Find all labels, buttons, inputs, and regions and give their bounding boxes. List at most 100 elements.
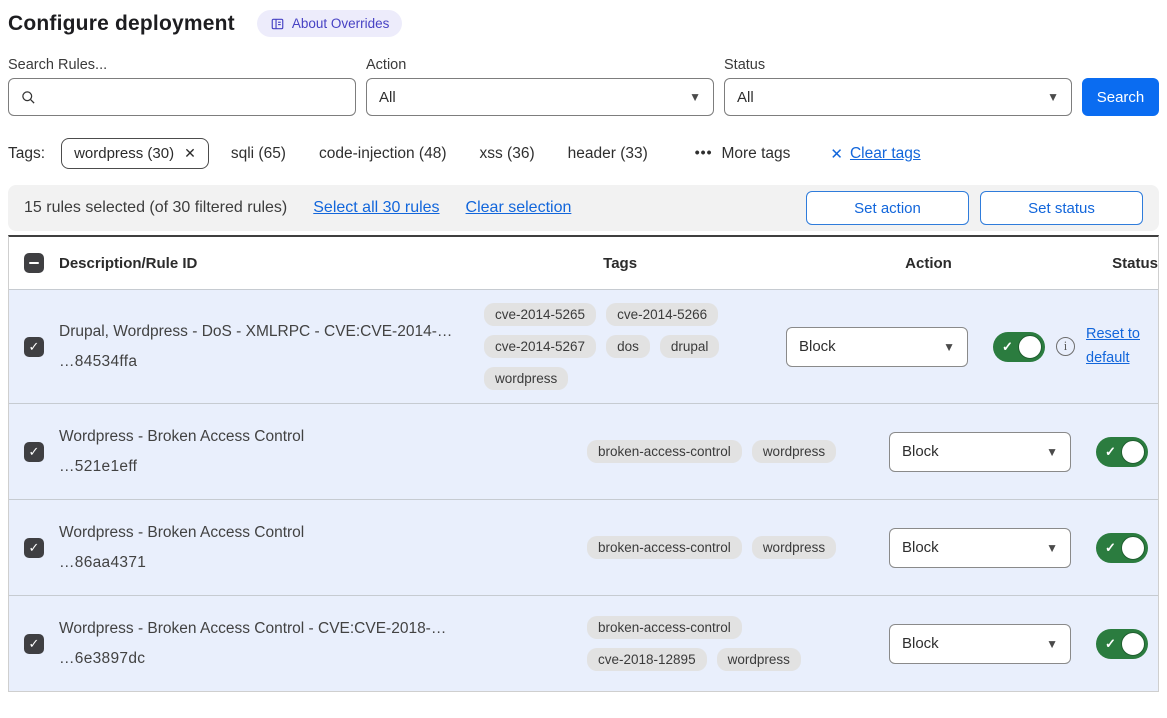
- row-action-value: Block: [902, 443, 939, 460]
- row-checkbox[interactable]: ✓: [24, 634, 44, 654]
- remove-tag-icon[interactable]: ✕: [184, 145, 196, 162]
- status-toggle[interactable]: ✓: [1096, 533, 1148, 563]
- chevron-down-icon: ▼: [1046, 637, 1058, 651]
- col-description: Description/Rule ID: [59, 255, 603, 272]
- rule-tag-pill: wordpress: [752, 440, 836, 463]
- tag-filter-option[interactable]: code-injection (48): [319, 145, 447, 163]
- rule-tags: broken-access-controlcve-2018-12895wordp…: [587, 616, 889, 671]
- set-action-button[interactable]: Set action: [806, 191, 969, 225]
- clear-tags-button[interactable]: ✕ Clear tags: [830, 145, 920, 163]
- row-action-select[interactable]: Block ▼: [889, 432, 1071, 472]
- rule-id: …6e3897dc: [59, 650, 567, 668]
- search-input-box[interactable]: [8, 78, 356, 116]
- select-all-checkbox[interactable]: [24, 253, 44, 273]
- action-filter-label: Action: [366, 57, 714, 73]
- book-icon: [270, 17, 285, 31]
- clear-tags-label: Clear tags: [850, 145, 921, 163]
- page-title: Configure deployment: [8, 12, 235, 36]
- rule-tag-pill: wordpress: [752, 536, 836, 559]
- action-filter-select[interactable]: All ▼: [366, 78, 714, 116]
- col-status: Status: [1112, 255, 1158, 272]
- row-action-value: Block: [902, 539, 939, 556]
- rule-tags: broken-access-controlwordpress: [587, 440, 889, 463]
- select-all-link[interactable]: Select all 30 rules: [313, 199, 439, 217]
- rule-id: …86aa4371: [59, 554, 567, 572]
- row-action-select[interactable]: Block ▼: [889, 528, 1071, 568]
- toggle-knob: [1018, 335, 1042, 359]
- selection-summary: 15 rules selected (of 30 filtered rules): [24, 199, 287, 217]
- rule-tag-pill: cve-2014-5266: [606, 303, 718, 326]
- status-toggle[interactable]: ✓: [1096, 437, 1148, 467]
- status-filter-field: Status All ▼: [724, 57, 1072, 116]
- row-checkbox[interactable]: ✓: [24, 337, 44, 357]
- col-tags: Tags: [603, 255, 905, 272]
- tag-suggestions: sqli (65) code-injection (48) xss (36) head…: [231, 145, 681, 163]
- tags-bar: Tags: wordpress (30) ✕ sqli (65) code-inj…: [8, 138, 1159, 169]
- col-action: Action: [905, 255, 1112, 272]
- status-filter-select[interactable]: All ▼: [724, 78, 1072, 116]
- status-toggle[interactable]: ✓: [993, 332, 1045, 362]
- about-badge-label: About Overrides: [292, 16, 390, 31]
- table-row: ✓ Drupal, Wordpress - DoS - XMLRPC - CVE:…: [9, 289, 1158, 403]
- rule-tag-pill: broken-access-control: [587, 616, 742, 639]
- row-checkbox[interactable]: ✓: [24, 442, 44, 462]
- rule-tag-pill: cve-2018-12895: [587, 648, 707, 671]
- check-icon: ✓: [1105, 444, 1116, 460]
- rule-description: Wordpress - Broken Access Control: [59, 428, 567, 446]
- selected-tag-chip[interactable]: wordpress (30) ✕: [61, 138, 209, 169]
- tag-filter-option[interactable]: header (33): [568, 145, 648, 163]
- row-action-select[interactable]: Block▼: [786, 327, 968, 367]
- table-row: ✓Wordpress - Broken Access Control…521e1…: [9, 403, 1158, 499]
- reset-to-default-link[interactable]: Reset to default: [1086, 323, 1148, 371]
- rule-tag-pill: wordpress: [484, 367, 568, 390]
- chevron-down-icon: ▼: [1046, 445, 1058, 459]
- set-status-button[interactable]: Set status: [980, 191, 1143, 225]
- rule-description: Drupal, Wordpress - DoS - XMLRPC - CVE:C…: [59, 323, 464, 341]
- chevron-down-icon: ▼: [1046, 541, 1058, 555]
- more-tags-label: More tags: [721, 145, 790, 163]
- table-row: ✓Wordpress - Broken Access Control…86aa4…: [9, 499, 1158, 595]
- selection-bar: 15 rules selected (of 30 filtered rules)…: [8, 185, 1159, 231]
- tags-label: Tags:: [8, 145, 45, 163]
- tag-filter-option[interactable]: xss (36): [480, 145, 535, 163]
- check-icon: ✓: [1105, 540, 1116, 556]
- status-filter-label: Status: [724, 57, 1072, 73]
- rule-id: …84534ffa: [59, 353, 464, 371]
- about-overrides-badge[interactable]: About Overrides: [257, 10, 403, 37]
- chevron-down-icon: ▼: [943, 340, 955, 354]
- row-action-value: Block: [902, 635, 939, 652]
- rules-table: Description/Rule ID Tags Action Status ✓…: [8, 235, 1159, 692]
- search-icon: [21, 90, 36, 105]
- table-row: ✓ Wordpress - Broken Access Control - CVE…: [9, 595, 1158, 691]
- filters-bar: Search Rules... Action All ▼ Status All …: [8, 57, 1159, 116]
- rule-description: Wordpress - Broken Access Control - CVE:…: [59, 620, 567, 638]
- row-checkbox[interactable]: ✓: [24, 538, 44, 558]
- row-action-select[interactable]: Block ▼: [889, 624, 1071, 664]
- table-header-row: Description/Rule ID Tags Action Status: [9, 237, 1158, 289]
- action-filter-field: Action All ▼: [366, 57, 714, 116]
- toggle-knob: [1121, 632, 1145, 656]
- search-input[interactable]: [44, 88, 343, 107]
- status-filter-value: All: [737, 89, 754, 106]
- check-icon: ✓: [1105, 636, 1116, 652]
- search-field: Search Rules...: [8, 57, 356, 116]
- rule-tag-pill: cve-2014-5267: [484, 335, 596, 358]
- check-icon: ✓: [1002, 339, 1013, 355]
- more-tags-button[interactable]: ••• More tags: [695, 145, 791, 163]
- status-toggle[interactable]: ✓: [1096, 629, 1148, 659]
- rule-tags: broken-access-controlwordpress: [587, 536, 889, 559]
- table-body: ✓ Drupal, Wordpress - DoS - XMLRPC - CVE:…: [9, 289, 1158, 691]
- toggle-knob: [1121, 440, 1145, 464]
- search-button[interactable]: Search: [1082, 78, 1159, 116]
- bulk-action-buttons: Set action Set status: [806, 191, 1143, 225]
- tag-filter-option[interactable]: sqli (65): [231, 145, 286, 163]
- action-filter-value: All: [379, 89, 396, 106]
- page-header: Configure deployment About Overrides: [8, 10, 1159, 37]
- rule-tag-pill: cve-2014-5265: [484, 303, 596, 326]
- chevron-down-icon: ▼: [689, 90, 701, 104]
- info-icon: i: [1056, 337, 1075, 356]
- selected-tag-label: wordpress (30): [74, 145, 174, 162]
- clear-selection-link[interactable]: Clear selection: [466, 199, 572, 217]
- search-label: Search Rules...: [8, 57, 356, 73]
- chevron-down-icon: ▼: [1047, 90, 1059, 104]
